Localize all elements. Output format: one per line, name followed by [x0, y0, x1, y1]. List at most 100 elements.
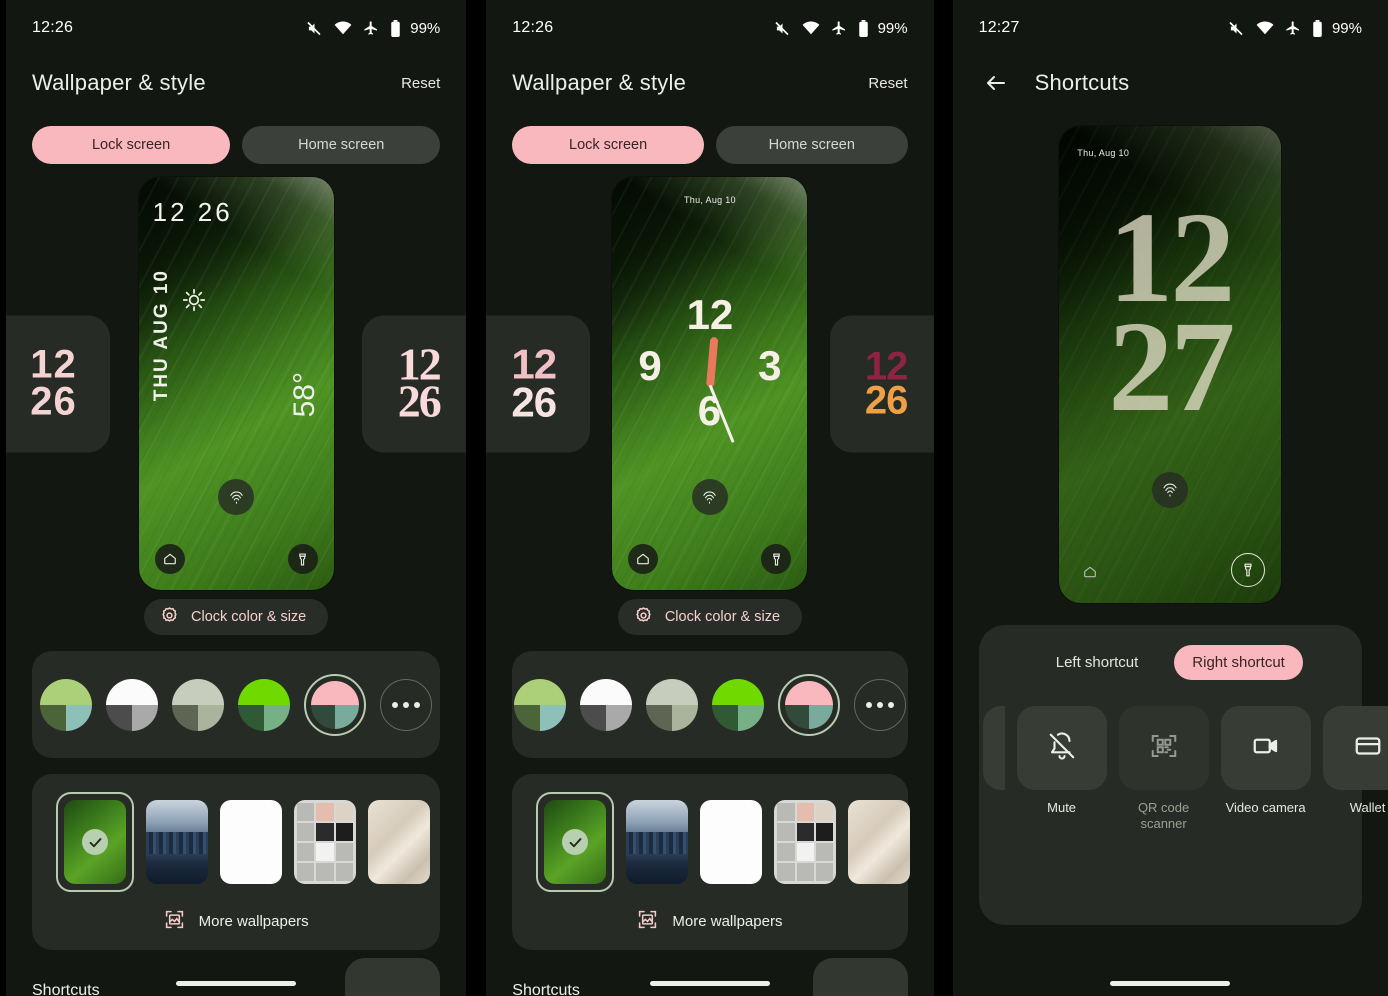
tab-right-shortcut[interactable]: Right shortcut	[1174, 645, 1303, 680]
swatch-lime[interactable]	[238, 678, 291, 731]
shortcut-tile	[1016, 706, 1107, 790]
screen-tabs: Lock screen Home screen	[486, 110, 933, 164]
swatch-pink-selected[interactable]	[777, 673, 840, 736]
status-time: 12:26	[32, 19, 74, 36]
shortcut-tile	[1220, 706, 1311, 790]
reset-button[interactable]: Reset	[868, 75, 907, 92]
wallpaper-white[interactable]	[220, 800, 282, 884]
more-wallpapers-button[interactable]: More wallpapers	[512, 892, 907, 950]
wallet-icon	[1353, 731, 1383, 766]
nav-pill[interactable]	[6, 981, 466, 986]
wifi-icon	[334, 21, 352, 35]
shortcut-tile	[1322, 706, 1388, 790]
app-bar: Wallpaper & style Reset	[486, 56, 933, 110]
wallpaper-fabric[interactable]	[368, 800, 430, 884]
clock-option-next[interactable]: 12 26	[362, 315, 467, 452]
shortcut-tile	[1118, 706, 1209, 790]
status-time: 12:27	[978, 19, 1020, 36]
swatch-pink-selected[interactable]	[304, 673, 367, 736]
clock-option-next[interactable]: 12 26	[829, 315, 934, 452]
clock-settings-row: Clock color & size	[486, 599, 933, 635]
swatch-monochrome[interactable]	[106, 678, 159, 731]
flashlight-icon[interactable]	[287, 544, 318, 574]
tab-home-screen[interactable]: Home screen	[715, 126, 908, 164]
clock-color-size-button[interactable]: Clock color & size	[144, 599, 329, 635]
wallpaper-leaf-selected[interactable]	[56, 792, 134, 892]
swatch-sage[interactable]	[172, 678, 225, 731]
tab-left-shortcut[interactable]: Left shortcut	[1038, 645, 1157, 680]
more-wallpapers-button[interactable]: More wallpapers	[32, 892, 440, 950]
shortcut-tile	[982, 706, 1005, 790]
shortcut-option-video-camera[interactable]: Video camera	[1220, 706, 1311, 816]
panel-wallpaper-style-digital: 12:26 99% Wallpaper & style Reset Lock s…	[6, 0, 467, 996]
preview-date: Thu, Aug 10	[684, 195, 736, 205]
tab-home-screen[interactable]: Home screen	[242, 126, 441, 164]
wallpaper-leaf-selected[interactable]	[536, 792, 615, 892]
swatch-green-teal[interactable]	[40, 678, 93, 731]
image-frame-icon	[637, 909, 658, 934]
fingerprint-icon[interactable]	[1152, 472, 1189, 508]
lock-screen-preview[interactable]: Thu, Aug 10 12 27	[1059, 126, 1282, 603]
wifi-icon	[1256, 21, 1274, 35]
partial-card[interactable]	[812, 958, 908, 996]
shortcut-option-wallet[interactable]: Wallet	[1322, 706, 1388, 816]
wallpaper-leaf	[64, 800, 126, 884]
shortcut-label: Video camera	[1225, 800, 1306, 815]
fingerprint-icon[interactable]	[218, 479, 255, 515]
wifi-icon	[802, 21, 820, 35]
analog-hour-hand	[705, 336, 719, 388]
partial-card[interactable]	[345, 958, 441, 996]
clock-option-line1: 12	[511, 340, 557, 388]
more-horizontal-icon[interactable]	[380, 678, 433, 731]
battery-percent: 99%	[877, 19, 908, 37]
shortcut-option-qr-code-scanner[interactable]: QR code scanner	[1118, 706, 1209, 833]
tab-lock-screen[interactable]: Lock screen	[32, 126, 231, 164]
app-bar: Shortcuts	[953, 56, 1388, 110]
color-swatch-row	[512, 651, 907, 758]
swatch-green-teal[interactable]	[513, 678, 566, 731]
wallpaper-collage[interactable]	[774, 800, 837, 884]
page-title: Wallpaper & style	[32, 70, 206, 95]
nav-pill[interactable]	[953, 981, 1388, 986]
reset-button[interactable]: Reset	[401, 75, 440, 92]
arrow-left-icon[interactable]	[979, 66, 1013, 100]
mute-icon	[1228, 21, 1245, 36]
airplane-icon	[363, 20, 379, 36]
analog-number-12: 12	[686, 291, 734, 338]
home-icon[interactable]	[154, 544, 185, 574]
panel-wallpaper-style-analog: 12:26 99% Wallpaper & style Reset Lock s…	[486, 0, 934, 996]
nav-pill[interactable]	[486, 981, 933, 986]
wallpaper-card: More wallpapers	[32, 774, 441, 950]
status-icons: 99%	[1228, 19, 1362, 37]
wallpaper-white[interactable]	[700, 800, 763, 884]
tab-lock-screen[interactable]: Lock screen	[512, 126, 704, 164]
wallpaper-city[interactable]	[146, 800, 208, 884]
wallpaper-fabric[interactable]	[848, 800, 911, 884]
swatch-monochrome[interactable]	[579, 678, 632, 731]
flashlight-icon[interactable]	[761, 544, 792, 574]
fingerprint-icon[interactable]	[691, 479, 728, 515]
clock-color-size-button[interactable]: Clock color & size	[617, 599, 803, 635]
analog-number-3: 3	[758, 342, 782, 389]
wallpaper-city[interactable]	[626, 800, 689, 884]
wallpaper-collage[interactable]	[294, 800, 356, 884]
lock-screen-preview[interactable]: 12 26 THU AUG 10 58°	[138, 177, 334, 590]
shortcut-option-peek[interactable]	[982, 706, 1005, 790]
shortcut-option-mute[interactable]: Mute	[1016, 706, 1107, 816]
swatch-lime[interactable]	[711, 678, 764, 731]
color-swatch-card	[512, 651, 908, 758]
status-icons: 99%	[774, 19, 908, 37]
more-wallpapers-label: More wallpapers	[198, 912, 309, 930]
clock-option-previous[interactable]: 12 26	[6, 315, 110, 452]
status-bar: 12:26 99%	[486, 0, 933, 56]
screenshot-stage: 12:26 99% Wallpaper & style Reset Lock s…	[0, 0, 1388, 996]
shortcut-label: QR code scanner	[1137, 800, 1190, 832]
home-icon[interactable]	[628, 544, 659, 574]
mute-icon	[774, 21, 791, 36]
swatch-sage[interactable]	[645, 678, 698, 731]
clock-carousel: 12 26 12 26 THU AUG 10 58° 12 26	[6, 176, 467, 591]
lock-screen-preview[interactable]: Thu, Aug 10 12 3 6 9	[612, 177, 808, 590]
more-horizontal-icon[interactable]	[853, 678, 906, 731]
status-bar: 12:26 99%	[6, 0, 466, 56]
clock-option-previous[interactable]: 12 26	[486, 315, 591, 452]
